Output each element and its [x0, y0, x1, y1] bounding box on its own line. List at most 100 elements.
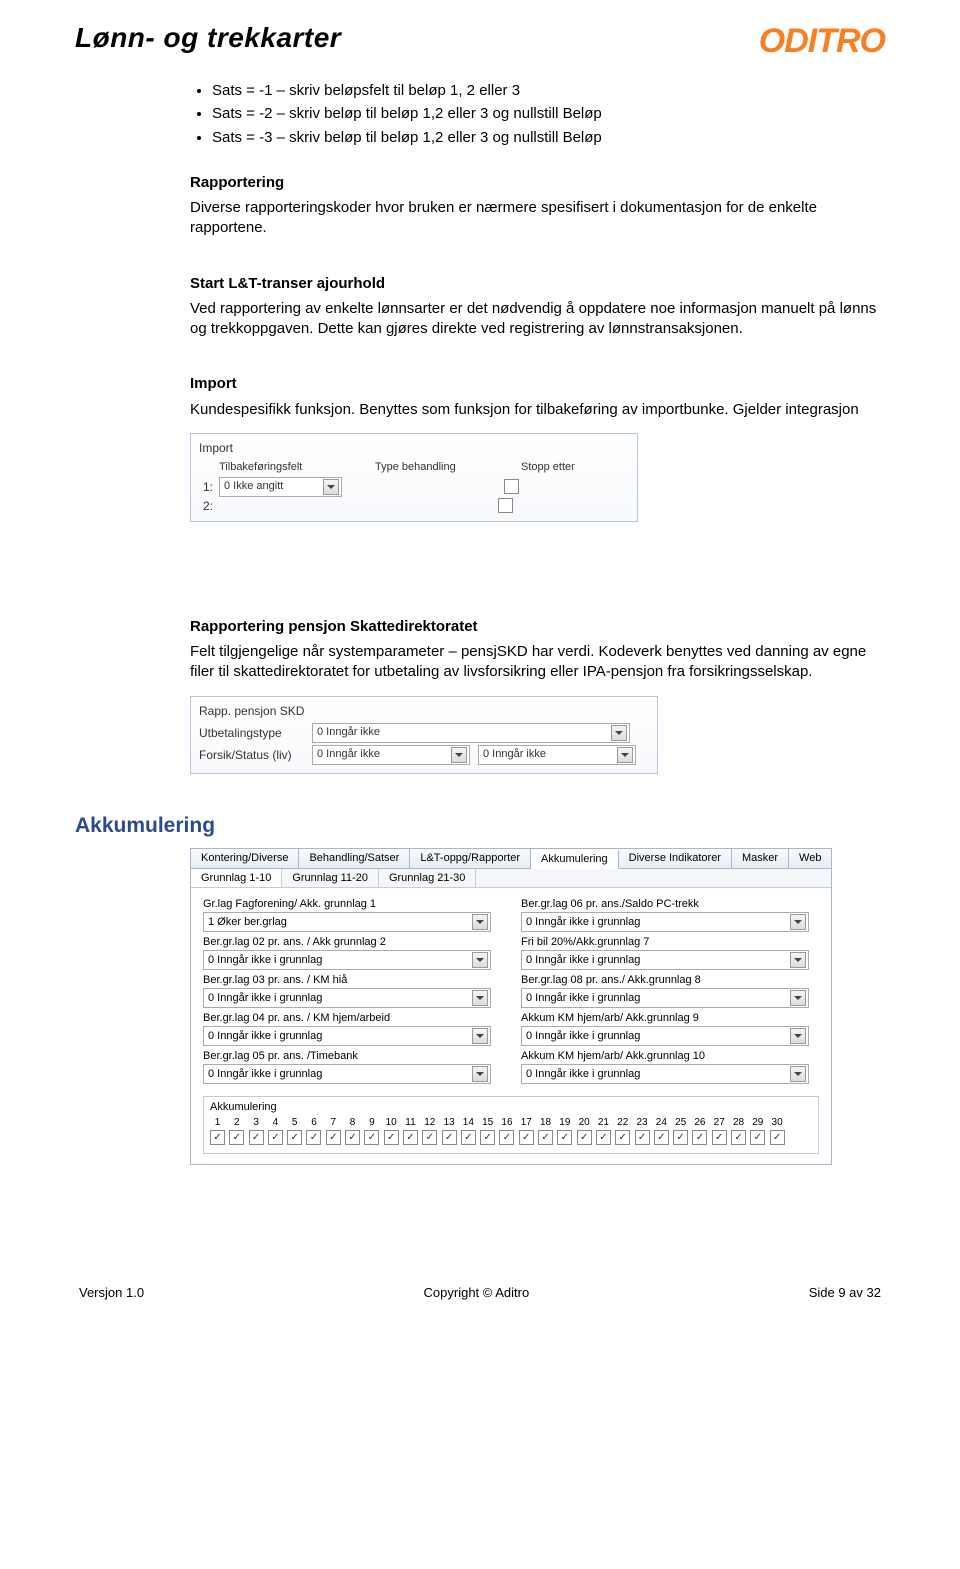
tab-masker[interactable]: Masker	[732, 849, 789, 868]
tab-ltoppg[interactable]: L&T-oppg/Rapporter	[410, 849, 531, 868]
akk-checkbox[interactable]: ✓	[538, 1130, 553, 1145]
chevron-down-icon[interactable]	[472, 914, 488, 930]
tab-diverse-indikatorer[interactable]: Diverse Indikatorer	[619, 849, 732, 868]
akk-num-label: 7	[326, 1117, 341, 1128]
tab-akkumulering[interactable]: Akkumulering	[531, 850, 619, 869]
chevron-down-icon[interactable]	[790, 990, 806, 1006]
section-start-lt-title: Start L&T-transer ajourhold	[190, 274, 885, 294]
utbetalingstype-value: 0 Inngår ikke	[317, 725, 380, 740]
brand-logo: ODITRO	[759, 22, 885, 61]
grunnlag-left-label: Ber.gr.lag 05 pr. ans. /Timebank	[203, 1050, 501, 1062]
section-akkumulering-title: Akkumulering	[75, 814, 885, 838]
grunnlag-right-value: 0 Inngår ikke i grunnlag	[526, 954, 640, 966]
chevron-down-icon[interactable]	[790, 1066, 806, 1082]
grunnlag-right-select[interactable]: 0 Inngår ikke i grunnlag	[521, 988, 809, 1008]
grunnlag-left-value: 0 Inngår ikke i grunnlag	[208, 954, 322, 966]
section-rapportering-title: Rapportering	[190, 173, 885, 193]
chevron-down-icon[interactable]	[472, 952, 488, 968]
chevron-down-icon[interactable]	[790, 914, 806, 930]
akk-num-label: 27	[712, 1117, 727, 1128]
grunnlag-left-select[interactable]: 1 Øker ber.grlag	[203, 912, 491, 932]
akk-checkbox[interactable]: ✓	[673, 1130, 688, 1145]
akk-checkbox[interactable]: ✓	[519, 1130, 534, 1145]
grunnlag-right-select[interactable]: 0 Inngår ikke i grunnlag	[521, 1064, 809, 1084]
akk-checkbox[interactable]: ✓	[345, 1130, 360, 1145]
akk-num-label: 8	[345, 1117, 360, 1128]
import-row-1-stop-checkbox[interactable]	[504, 479, 519, 494]
akk-num-label: 21	[596, 1117, 611, 1128]
akk-checkbox[interactable]: ✓	[615, 1130, 630, 1145]
import-row-2-num: 2:	[199, 498, 213, 514]
forsik-status-select-2[interactable]: 0 Inngår ikke	[478, 745, 636, 765]
chevron-down-icon[interactable]	[323, 479, 339, 495]
akk-checkbox[interactable]: ✓	[384, 1130, 399, 1145]
import-col-1: Tilbakeføringsfelt	[219, 460, 369, 475]
akk-checkbox[interactable]: ✓	[403, 1130, 418, 1145]
grunnlag-left-select[interactable]: 0 Inngår ikke i grunnlag	[203, 1064, 491, 1084]
akk-checkbox[interactable]: ✓	[268, 1130, 283, 1145]
akk-checkbox[interactable]: ✓	[210, 1130, 225, 1145]
chevron-down-icon[interactable]	[790, 952, 806, 968]
akk-checkbox[interactable]: ✓	[480, 1130, 495, 1145]
grunnlag-left-select[interactable]: 0 Inngår ikke i grunnlag	[203, 988, 491, 1008]
akk-num-label: 28	[731, 1117, 746, 1128]
akk-checkbox[interactable]: ✓	[287, 1130, 302, 1145]
page-title: Lønn- og trekkarter	[75, 22, 341, 54]
akk-num-label: 18	[538, 1117, 553, 1128]
grunnlag-left-select[interactable]: 0 Inngår ikke i grunnlag	[203, 950, 491, 970]
footer-center: Copyright © Aditro	[424, 1285, 530, 1300]
import-row-2-stop-checkbox[interactable]	[498, 498, 513, 513]
akk-checkbox[interactable]: ✓	[635, 1130, 650, 1145]
forsik-status-select-1[interactable]: 0 Inngår ikke	[312, 745, 470, 765]
chevron-down-icon[interactable]	[451, 747, 467, 763]
grunnlag-right-label: Fri bil 20%/Akk.grunnlag 7	[521, 936, 819, 948]
import-panel-title: Import	[199, 440, 629, 456]
akk-checkbox[interactable]: ✓	[731, 1130, 746, 1145]
tab-kontering[interactable]: Kontering/Diverse	[191, 849, 299, 868]
sub-tab-21-30[interactable]: Grunnlag 21-30	[379, 869, 476, 887]
grunnlag-left-value: 1 Øker ber.grlag	[208, 916, 287, 928]
akk-checkbox[interactable]: ✓	[750, 1130, 765, 1145]
akk-checkbox[interactable]: ✓	[229, 1130, 244, 1145]
akk-checkbox[interactable]: ✓	[499, 1130, 514, 1145]
akk-checkbox[interactable]: ✓	[306, 1130, 321, 1145]
grunnlag-right-select[interactable]: 0 Inngår ikke i grunnlag	[521, 950, 809, 970]
akk-checkbox[interactable]: ✓	[770, 1130, 785, 1145]
main-tabbar: Kontering/Diverse Behandling/Satser L&T-…	[191, 849, 831, 869]
grunnlag-left-select[interactable]: 0 Inngår ikke i grunnlag	[203, 1026, 491, 1046]
chevron-down-icon[interactable]	[472, 990, 488, 1006]
akk-checkbox[interactable]: ✓	[326, 1130, 341, 1145]
chevron-down-icon[interactable]	[472, 1028, 488, 1044]
grunnlag-right-select[interactable]: 0 Inngår ikke i grunnlag	[521, 1026, 809, 1046]
akk-checkbox[interactable]: ✓	[712, 1130, 727, 1145]
akk-checkbox[interactable]: ✓	[692, 1130, 707, 1145]
akk-checkbox[interactable]: ✓	[422, 1130, 437, 1145]
akk-checkbox[interactable]: ✓	[442, 1130, 457, 1145]
section-start-lt-text: Ved rapportering av enkelte lønnsarter e…	[190, 299, 885, 340]
akk-checkbox[interactable]: ✓	[557, 1130, 572, 1145]
grunnlag-right-select[interactable]: 0 Inngår ikke i grunnlag	[521, 912, 809, 932]
utbetalingstype-select[interactable]: 0 Inngår ikke	[312, 723, 630, 743]
tab-behandling[interactable]: Behandling/Satser	[299, 849, 410, 868]
akk-checkbox[interactable]: ✓	[654, 1130, 669, 1145]
grunnlag-right-value: 0 Inngår ikke i grunnlag	[526, 1068, 640, 1080]
grunnlag-right-label: Akkum KM hjem/arb/ Akk.grunnlag 9	[521, 1012, 819, 1024]
tab-web[interactable]: Web	[789, 849, 832, 868]
akk-checkbox[interactable]: ✓	[577, 1130, 592, 1145]
forsik-status-value-2: 0 Inngår ikke	[483, 747, 546, 762]
sub-tab-11-20[interactable]: Grunnlag 11-20	[282, 869, 379, 887]
akk-checkbox[interactable]: ✓	[596, 1130, 611, 1145]
import-row-1-select[interactable]: 0 Ikke angitt	[219, 477, 342, 497]
chevron-down-icon[interactable]	[472, 1066, 488, 1082]
sub-tab-1-10[interactable]: Grunnlag 1-10	[191, 869, 282, 887]
section-rapp-pensjon-text: Felt tilgjengelige når systemparameter –…	[190, 642, 885, 683]
akk-num-label: 30	[770, 1117, 785, 1128]
akk-checkbox[interactable]: ✓	[249, 1130, 264, 1145]
akk-checkbox[interactable]: ✓	[364, 1130, 379, 1145]
import-col-2: Type behandling	[375, 460, 515, 475]
chevron-down-icon[interactable]	[790, 1028, 806, 1044]
akk-checkbox[interactable]: ✓	[461, 1130, 476, 1145]
chevron-down-icon[interactable]	[617, 747, 633, 763]
akk-num-label: 19	[557, 1117, 572, 1128]
chevron-down-icon[interactable]	[611, 725, 627, 741]
